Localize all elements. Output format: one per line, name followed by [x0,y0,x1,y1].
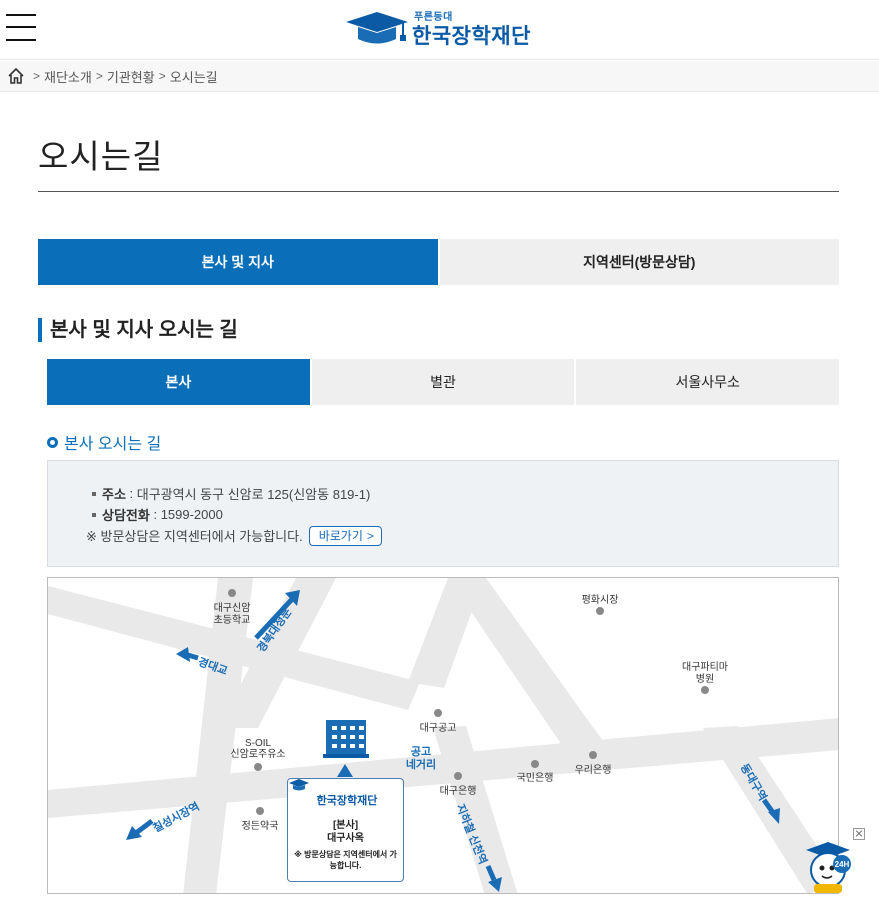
chatbot-button[interactable]: 24H [800,836,858,894]
tab-regional-centers[interactable]: 지역센터(방문상담) [439,239,839,285]
card-note: ※ 방문상담은 지역센터에서 가능합니다. [294,850,397,870]
map-label-gas-station: 신암로주유소 [230,748,285,760]
card-title: [본사] [332,820,359,831]
phone-row: 상담전화 : 1599-2000 [88,504,838,525]
chevron-right-icon: > [366,528,374,543]
breadcrumb: > 재단소개 > 기관현황 > 오시는길 [0,61,879,92]
chevron-right-icon: > [158,69,166,83]
info-box: 주소 : 대구광역시 동구 신암로 125(신암동 819-1) 상담전화 : … [47,460,839,567]
tab-hq-branches[interactable]: 본사 및 지사 [38,239,438,285]
chatbot-mascot-icon: 24H [806,842,851,893]
map-label-intersection: 공고 [411,745,431,758]
building-icon [323,720,369,758]
site-logo[interactable]: 푸른등대 한국장학재단 [344,6,534,52]
breadcrumb-item-directions[interactable]: 오시는길 [170,67,218,86]
chevron-right-icon: > [95,69,103,83]
home-icon[interactable] [7,67,25,85]
circle-bullet-icon [47,436,58,448]
main-tabs: 본사 및 지사 지역센터(방문상담) [38,239,839,285]
chatbot-badge: 24H [835,860,850,869]
breadcrumb-item-foundation[interactable]: 재단소개 [44,67,92,86]
map-label-intersection: 네거리 [406,757,436,771]
map-label-school: 초등학교 [214,614,251,626]
hq-info-card: 한국장학재단 [본사] 대구사옥 ※ 방문상담은 지역센터에서 가능합니다. [287,778,404,882]
bullet-icon [92,512,96,517]
subsection-title: 본사 오시는 길 [47,430,161,454]
divider [38,191,839,192]
note-row: ※ 방문상담은 지역센터에서 가능합니다. 바로가기 > [86,525,838,546]
visit-note: ※ 방문상담은 지역센터에서 가능합니다. [86,529,303,544]
chevron-right-icon: > [33,69,41,83]
go-button[interactable]: 바로가기 > [308,525,382,546]
map-label-school: 대구신암 [214,602,251,614]
tab-seoul-office[interactable]: 서울사무소 [576,359,840,405]
phone-label: 상담전화 [102,508,150,523]
map-label-pharmacy: 정든약국 [242,820,279,832]
subsection-title-text: 본사 오시는 길 [64,436,162,453]
map-label-bank: 대구은행 [440,785,477,797]
map-label-hospital: 대구파티마 [682,661,728,673]
breadcrumb-item-status[interactable]: 기관현황 [107,67,155,86]
menu-icon[interactable] [6,14,36,42]
phone-value: 1599-2000 [160,507,223,522]
address-row: 주소 : 대구광역시 동구 신암로 125(신암동 819-1) [88,483,838,504]
map-label-market: 평화시장 [582,594,619,606]
graduation-cap-icon [289,779,309,791]
go-button-label: 바로가기 [318,529,363,543]
sub-tabs: 본사 별관 서울사무소 [47,359,840,405]
card-logo-text: 한국장학재단 [316,795,378,807]
tab-hq[interactable]: 본사 [47,359,310,405]
address-value: 대구광역시 동구 신암로 125(신암동 819-1) [136,487,371,502]
map-label-bank: 우리은행 [575,764,612,776]
address-label: 주소 [102,487,126,502]
site-header: 푸른등대 한국장학재단 [0,0,879,60]
map-label-highschool: 대구공고 [420,722,457,734]
map-graphic: 대구신암 초등학교 평화시장 대구파티마 병원 대구공고 S-OIL 신암로주유… [48,578,838,893]
graduation-cap-icon [346,12,408,44]
section-title: 본사 및 지사 오시는 길 [38,318,238,342]
map-label-gas-station: S-OIL [245,738,272,749]
bullet-icon [92,491,96,496]
card-subtitle: 대구사옥 [327,833,364,844]
location-map: 대구신암 초등학교 평화시장 대구파티마 병원 대구공고 S-OIL 신암로주유… [47,577,839,894]
card-logo: 한국장학재단 [288,779,403,807]
logo-title: 한국장학재단 [412,25,531,48]
map-label-bank: 국민은행 [517,772,554,784]
map-label-hospital: 병원 [696,673,714,685]
page-title: 오시는길 [38,138,164,175]
tab-annex[interactable]: 별관 [311,359,575,405]
